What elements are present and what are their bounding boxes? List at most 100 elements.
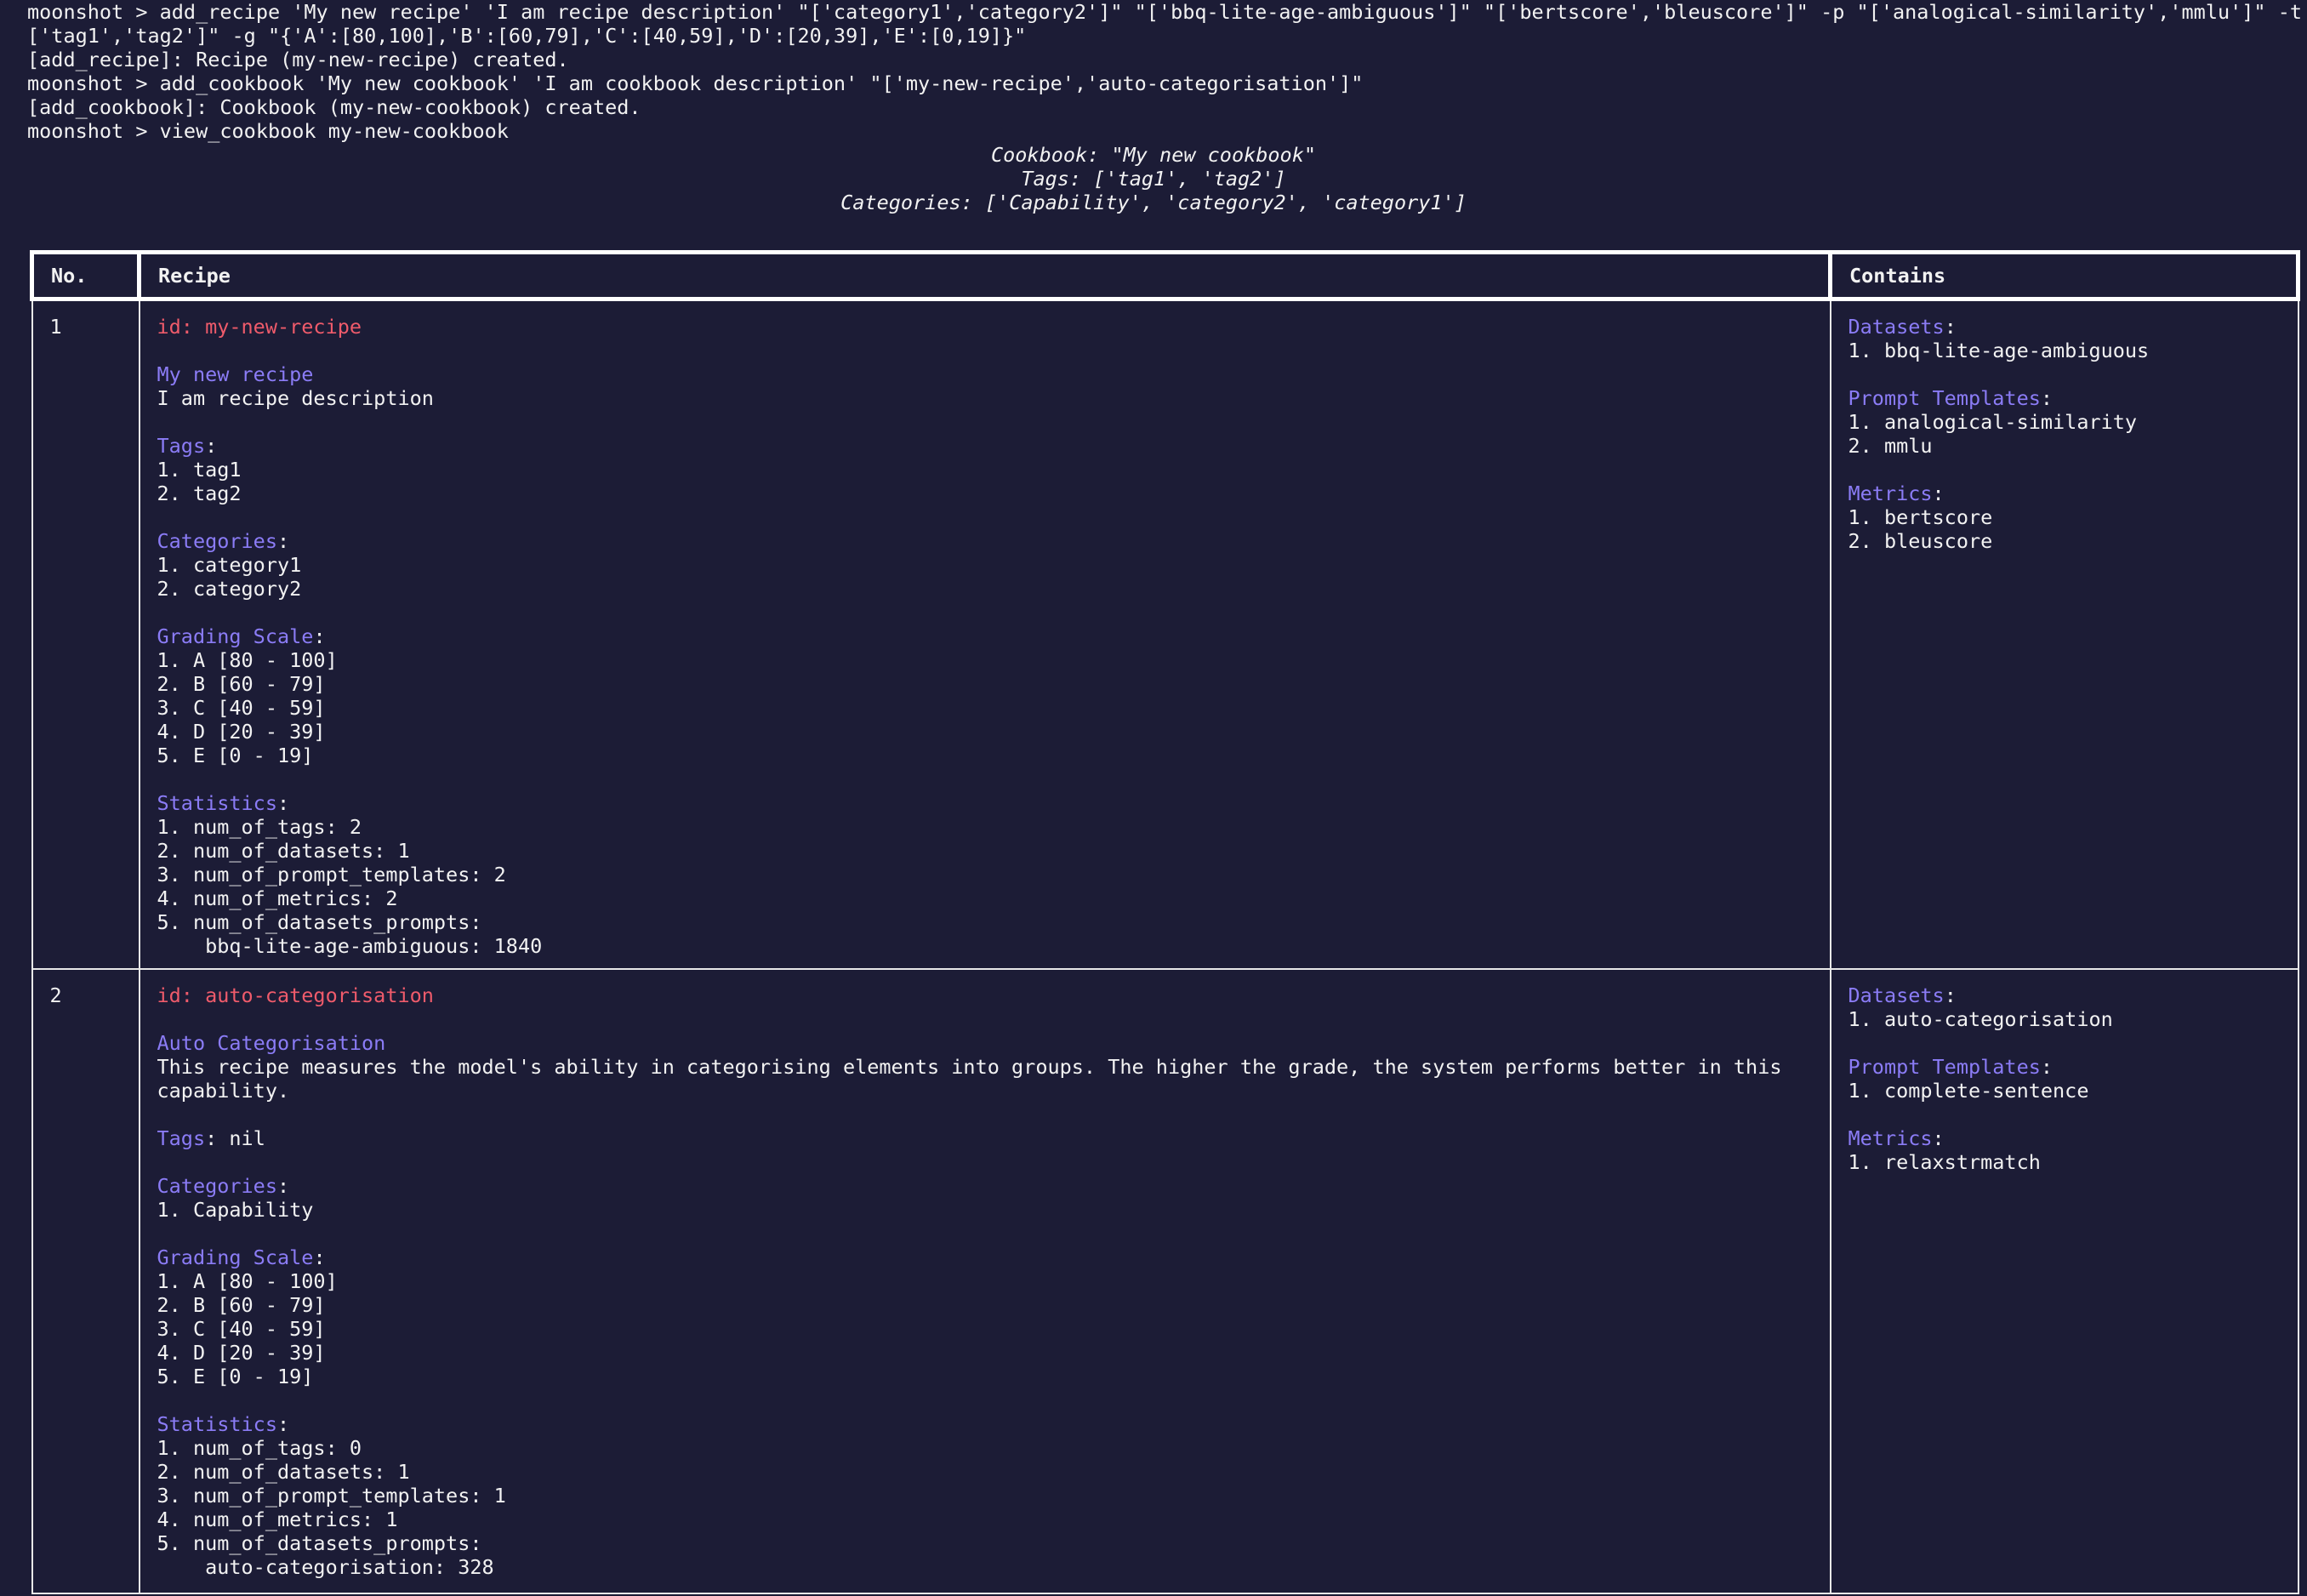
statistics-colon: : xyxy=(276,1412,290,1436)
grade-item: 2. B [60 - 79] xyxy=(157,672,326,696)
tags-colon: : xyxy=(205,1126,218,1150)
prompt-template-item: 2. mmlu xyxy=(1848,434,1933,458)
grade-item: 5. E [0 - 19] xyxy=(157,744,314,767)
statistic-item: 3. num_of_prompt_templates: 1 xyxy=(157,1484,506,1508)
grading-scale-heading: Grading Scale: xyxy=(157,1245,1830,1269)
prompt-templates-heading: Prompt Templates: xyxy=(1848,386,2298,410)
tags-label: Tags xyxy=(157,434,206,458)
terminal-output: moonshot > add_recipe 'My new recipe' 'I… xyxy=(27,0,2307,143)
grading-scale-label: Grading Scale xyxy=(157,1245,314,1269)
metrics-label: Metrics xyxy=(1848,1126,1933,1150)
recipe-id: id: auto-categorisation xyxy=(157,983,434,1007)
metric-item: 1. relaxstrmatch xyxy=(1848,1150,2041,1174)
grade-item: 2. B [60 - 79] xyxy=(157,1293,326,1317)
prompt-templates-label: Prompt Templates xyxy=(1848,386,2041,410)
statistics-label: Statistics xyxy=(157,791,277,815)
prompt-template-item: 1. complete-sentence xyxy=(1848,1079,2089,1103)
tag-item: 2. tag2 xyxy=(157,482,242,505)
tags-heading: Tags: nil xyxy=(157,1126,1830,1150)
metric-item: 2. bleuscore xyxy=(1848,529,1993,553)
tags-label: Tags xyxy=(157,1126,206,1150)
metrics-colon: : xyxy=(1932,1126,1945,1150)
grade-item: 1. A [80 - 100] xyxy=(157,648,338,672)
grade-item: 3. C [40 - 59] xyxy=(157,1317,326,1341)
dataset-item: 1. bbq-lite-age-ambiguous xyxy=(1848,339,2150,362)
row-number-cell: 2 xyxy=(31,968,140,1594)
terminal-line: [add_cookbook]: Cookbook (my-new-cookboo… xyxy=(27,95,641,119)
statistic-item: 5. num_of_datasets_prompts: xyxy=(157,1531,482,1555)
metric-item: 1. bertscore xyxy=(1848,505,1993,529)
datasets-colon: : xyxy=(1944,983,1957,1007)
categories-colon: : xyxy=(276,1174,290,1198)
cookbook-categories: Categories: ['Capability', 'category2', … xyxy=(840,191,1467,214)
grade-item: 4. D [20 - 39] xyxy=(157,1341,326,1365)
row-number: 2 xyxy=(49,983,62,1007)
table-row: 1 id: my-new-recipe My new recipe I am reci… xyxy=(31,298,2299,970)
tags-colon: : xyxy=(205,434,218,458)
contains-cell: Datasets: 1. auto-categorisation Prompt Te… xyxy=(1829,968,2299,1594)
statistic-item: bbq-lite-age-ambiguous: 1840 xyxy=(157,934,543,958)
statistic-item: 4. num_of_metrics: 1 xyxy=(157,1508,398,1531)
datasets-colon: : xyxy=(1944,315,1957,339)
terminal-line: moonshot > add_cookbook 'My new cookbook… xyxy=(27,71,1364,95)
grading-scale-heading: Grading Scale: xyxy=(157,624,1830,648)
metrics-heading: Metrics: xyxy=(1848,482,2298,505)
grade-item: 5. E [0 - 19] xyxy=(157,1365,314,1388)
statistic-item: 1. num_of_tags: 2 xyxy=(157,815,362,839)
prompt-templates-colon: : xyxy=(2040,386,2054,410)
column-header-recipe: Recipe xyxy=(137,250,1832,301)
prompt-templates-label: Prompt Templates xyxy=(1848,1055,2041,1079)
datasets-heading: Datasets: xyxy=(1848,983,2298,1007)
datasets-heading: Datasets: xyxy=(1848,315,2298,339)
recipe-name: My new recipe xyxy=(157,362,314,386)
statistics-heading: Statistics: xyxy=(157,1412,1830,1436)
statistic-item: 1. num_of_tags: 0 xyxy=(157,1436,362,1460)
cookbook-title: Cookbook: "My new cookbook" xyxy=(990,143,1316,167)
cookbook-header: Cookbook: "My new cookbook" Tags: ['tag1… xyxy=(0,143,2307,214)
statistic-item: 2. num_of_datasets: 1 xyxy=(157,839,410,863)
statistic-item: 3. num_of_prompt_templates: 2 xyxy=(157,863,506,886)
statistics-colon: : xyxy=(276,791,290,815)
statistic-item: 2. num_of_datasets: 1 xyxy=(157,1460,410,1484)
statistics-label: Statistics xyxy=(157,1412,277,1436)
row-number-cell: 1 xyxy=(31,298,140,970)
statistic-item: 5. num_of_datasets_prompts: xyxy=(157,910,482,934)
column-header-no: No. xyxy=(30,250,141,301)
contains-cell: Datasets: 1. bbq-lite-age-ambiguous Prompt… xyxy=(1829,298,2299,970)
grade-item: 3. C [40 - 59] xyxy=(157,696,326,720)
statistic-item: 4. num_of_metrics: 2 xyxy=(157,886,398,910)
row-number: 1 xyxy=(49,315,62,339)
datasets-label: Datasets xyxy=(1848,315,1945,339)
categories-heading: Categories: xyxy=(157,1174,1830,1198)
terminal-line: moonshot > view_cookbook my-new-cookbook xyxy=(27,119,509,143)
categories-colon: : xyxy=(276,529,290,553)
metrics-heading: Metrics: xyxy=(1848,1126,2298,1150)
prompt-templates-colon: : xyxy=(2040,1055,2054,1079)
table-header-row: No. Recipe Contains xyxy=(30,250,2300,301)
recipe-cell: id: my-new-recipe My new recipe I am recip… xyxy=(138,298,1831,970)
recipe-description: I am recipe description xyxy=(157,386,434,410)
grade-item: 1. A [80 - 100] xyxy=(157,1269,338,1293)
terminal-line: ['tag1','tag2']" -g "{'A':[80,100],'B':[… xyxy=(27,24,1027,48)
statistic-item: auto-categorisation: 328 xyxy=(157,1555,494,1579)
grading-scale-colon: : xyxy=(313,624,326,648)
category-item: 2. category2 xyxy=(157,577,302,601)
tags-heading: Tags: xyxy=(157,434,1830,458)
category-item: 1. Capability xyxy=(157,1198,314,1222)
grading-scale-colon: : xyxy=(313,1245,326,1269)
recipe-cell: id: auto-categorisation Auto Categorisati… xyxy=(138,968,1831,1594)
table-row: 2 id: auto-categorisation Auto Categorisat… xyxy=(31,968,2299,1594)
metrics-colon: : xyxy=(1932,482,1945,505)
